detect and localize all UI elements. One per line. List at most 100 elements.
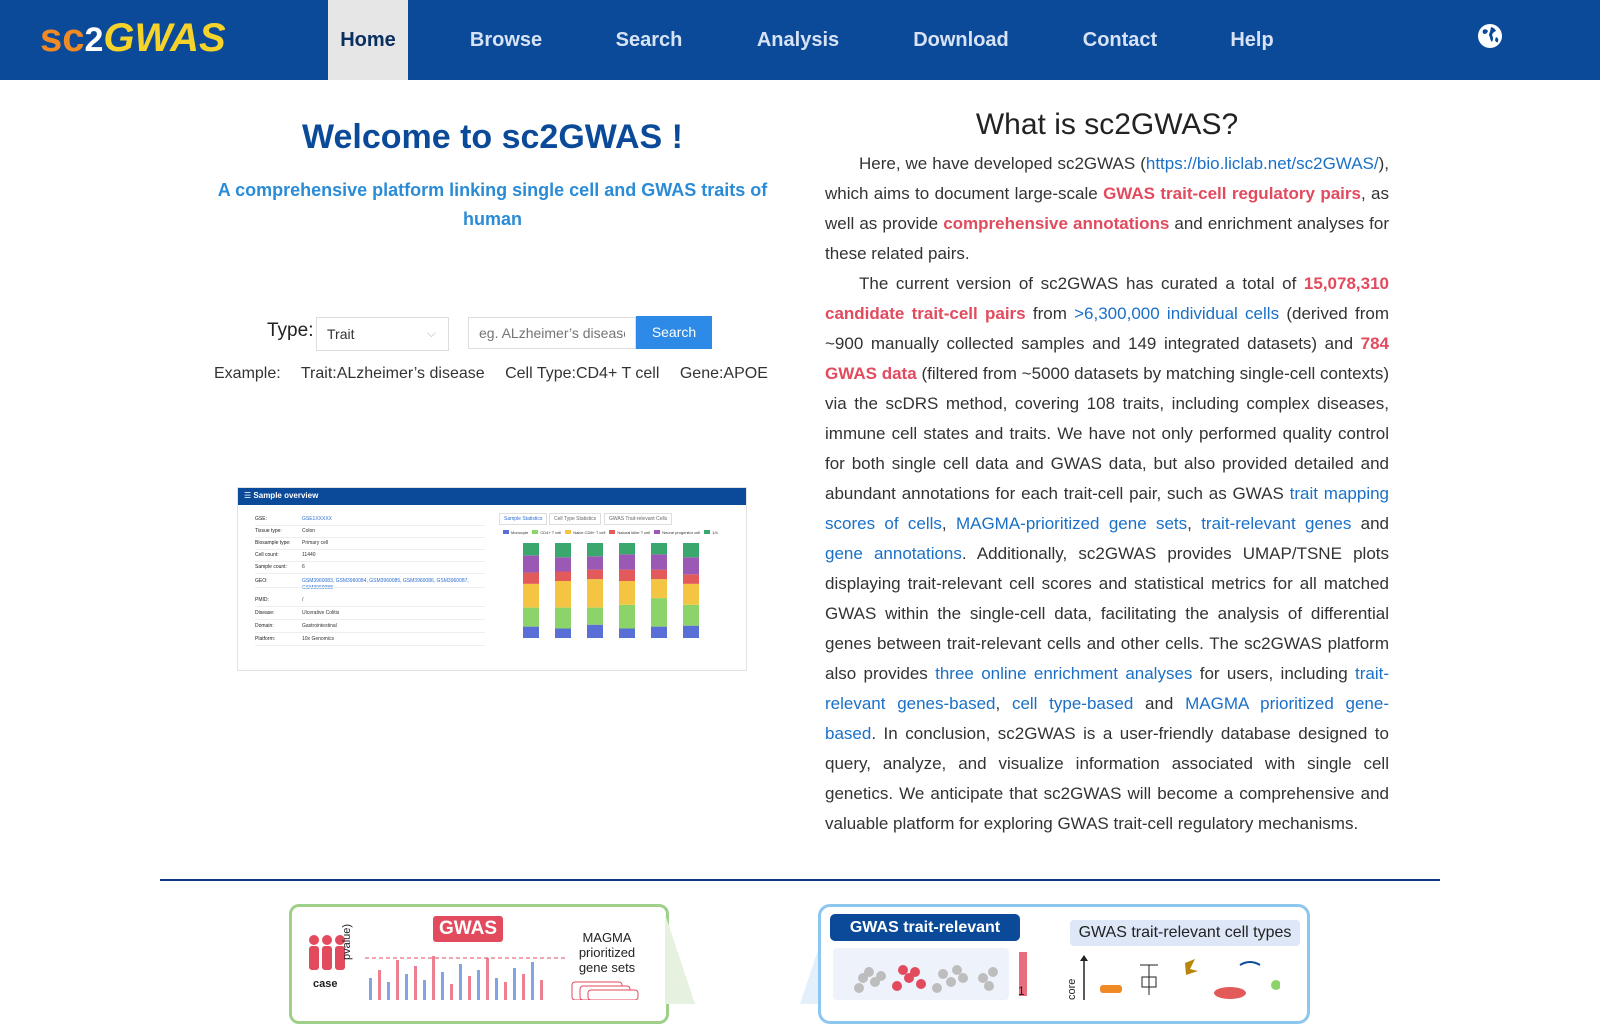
nav-analysis[interactable]: Analysis: [748, 0, 848, 80]
search-input[interactable]: [468, 317, 636, 349]
umap-cell-point: [916, 979, 926, 989]
preview-tab-celltype-stats[interactable]: Cell Type Statistics: [549, 513, 602, 525]
text: . Additionally, sc2GWAS provides UMAP/TS…: [825, 544, 1389, 683]
umap-cell-point: [864, 967, 874, 977]
legend-swatch: [565, 530, 572, 534]
stacked-bar-segment: [651, 543, 667, 555]
stacked-bar-segment: [587, 579, 603, 608]
preview-row-divider: [255, 537, 485, 538]
stacked-bar-segment: [587, 543, 603, 557]
stacked-bar-segment: [683, 625, 699, 638]
manhattan-column: [405, 974, 408, 1000]
stacked-bar-segment: [523, 607, 539, 627]
link-magma-gene-sets[interactable]: MAGMA-prioritized gene sets: [956, 514, 1187, 533]
link-trait-relevant-genes[interactable]: trait-relevant genes: [1201, 514, 1351, 533]
example-celltype-link[interactable]: Cell Type:CD4+ T cell: [505, 365, 659, 382]
preview-row-divider: [255, 573, 485, 574]
umap-cell-point: [984, 981, 994, 991]
stacked-bar-segment: [683, 557, 699, 575]
stacked-bar-segment: [555, 628, 571, 638]
umap-cell-point: [932, 983, 942, 993]
umap-cell-point: [898, 965, 908, 975]
site-url-link[interactable]: https://bio.liclab.net/sc2GWAS/: [1146, 154, 1379, 173]
preview-tab-gwas-cells[interactable]: GWAS Trait-relevant Cells: [604, 513, 673, 525]
search-button[interactable]: Search: [636, 316, 712, 349]
highlight-individual-cells: >6,300,000 individual cells: [1074, 304, 1280, 323]
text: (filtered from ~5000 datasets by matchin…: [825, 364, 1389, 503]
umap-cell-point: [978, 973, 988, 983]
brand-logo[interactable]: sc2GWAS: [40, 16, 226, 61]
link-gene-annotations[interactable]: gene annotations: [825, 544, 962, 563]
type-label: Type:: [267, 320, 314, 341]
umap-cell-point: [910, 967, 920, 977]
list-icon: ☰: [244, 491, 254, 500]
legend-swatch: [654, 530, 661, 534]
manhattan-plot: [365, 956, 565, 1000]
manhattan-column: [387, 982, 390, 1000]
example-gene-link[interactable]: Gene:APOE: [680, 365, 768, 382]
nav-help[interactable]: Help: [1224, 0, 1280, 80]
manhattan-column: [504, 982, 507, 1000]
legend-swatch: [532, 530, 539, 534]
type-select-value: Trait: [327, 326, 355, 342]
umap-scatter-plot: [833, 948, 1027, 1000]
preview-row-value[interactable]: GSM3960083, GSM3960084, GSM3960085, GSM3…: [302, 578, 487, 592]
preview-row-value: Colon: [302, 528, 316, 534]
preview-row-value: /: [302, 597, 304, 603]
preview-row-divider: [255, 606, 485, 607]
manhattan-column: [468, 976, 471, 1000]
text: from: [1025, 304, 1075, 323]
manhattan-column: [477, 970, 480, 1000]
stacked-bar-segment: [651, 569, 667, 580]
text: . In conclusion, sc2GWAS is a user-frien…: [825, 724, 1389, 833]
preview-row-value[interactable]: GSE1XXXXX: [302, 516, 332, 522]
about-title: What is sc2GWAS?: [975, 108, 1239, 141]
text: ,: [995, 694, 1012, 713]
legend-label: CD4+ T cell: [540, 530, 562, 535]
nav-home[interactable]: Home: [328, 0, 408, 80]
preview-row-value: Gastrointestinal: [302, 623, 337, 629]
umap-cell-point: [854, 983, 864, 993]
section-divider: [160, 879, 1440, 881]
example-trait-link[interactable]: Trait:ALzheimer’s disease: [301, 365, 485, 382]
manhattan-column: [495, 978, 498, 1000]
chevron-down-icon: ⌵: [426, 326, 436, 340]
manhattan-column: [459, 964, 462, 1000]
preview-row-value: 11440: [302, 552, 316, 558]
nav-download[interactable]: Download: [906, 0, 1016, 80]
highlight-regulatory-pairs: GWAS trait-cell regulatory pairs: [1103, 184, 1361, 203]
stacked-bar-segment: [555, 571, 571, 581]
umap-cell-point: [938, 969, 948, 979]
link-cell-type-based[interactable]: cell type-based: [1012, 694, 1133, 713]
stacked-bar-segment: [619, 554, 635, 570]
sample-overview-preview: ☰ Sample overview GSE: GSE1XXXXX Tissue ty…: [237, 487, 747, 671]
umap-cell-point: [988, 967, 998, 977]
manhattan-column: [396, 960, 399, 1000]
preview-row-label: Platform:: [255, 636, 276, 642]
manhattan-column: [378, 970, 381, 1000]
about-paragraph-1: Here, we have developed sc2GWAS (https:/…: [825, 149, 1389, 269]
stacked-bar-segment: [651, 626, 667, 638]
nav-contact[interactable]: Contact: [1074, 0, 1166, 80]
preview-row-label: PMID:: [255, 597, 269, 603]
highlight-annotations: comprehensive annotations: [943, 214, 1170, 233]
nav-search[interactable]: Search: [606, 0, 692, 80]
preview-row-value: 10x Genomics: [302, 636, 334, 642]
manhattan-column: [441, 972, 444, 1000]
stacked-bar-segment: [651, 554, 667, 570]
stacked-bar-segment: [587, 624, 603, 638]
stacked-bar-segment: [555, 607, 571, 629]
stacked-bar-segment: [683, 543, 699, 558]
magma-gene-sets-label: MAGMA prioritized gene sets: [578, 930, 636, 975]
nav-browse[interactable]: Browse: [462, 0, 550, 80]
figure-connector: [665, 914, 695, 1004]
pvalue-axis-label: pvalue): [341, 923, 353, 960]
stacked-bar-segment: [587, 569, 603, 580]
text: and: [1351, 514, 1390, 533]
link-enrichment-analyses[interactable]: three online enrichment analyses: [935, 664, 1192, 683]
type-select[interactable]: Trait ⌵: [316, 317, 449, 351]
preview-tab-sample-stats[interactable]: Sample Statistics: [499, 513, 548, 525]
about-paragraph-2: The current version of sc2GWAS has curat…: [825, 269, 1389, 839]
globe-icon[interactable]: [1476, 22, 1504, 50]
text: for users, including: [1192, 664, 1355, 683]
